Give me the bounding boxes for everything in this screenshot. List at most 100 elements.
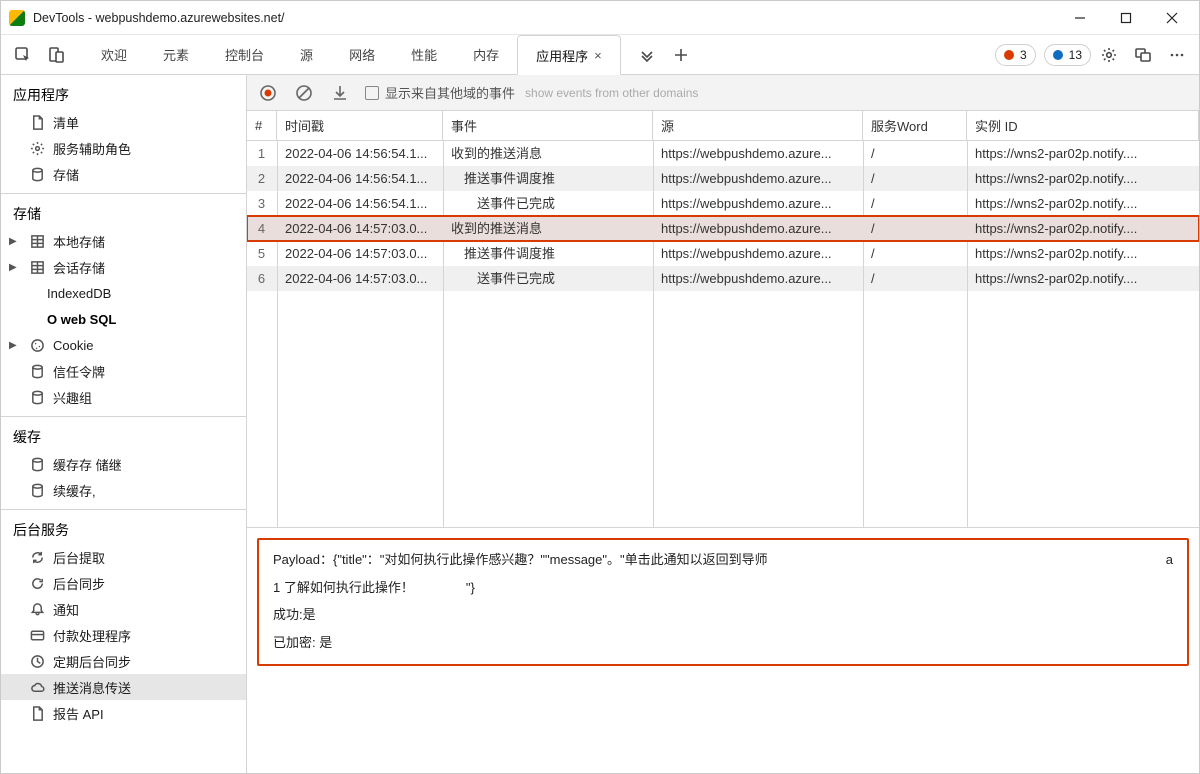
- tab-4[interactable]: 网络: [331, 35, 393, 74]
- cell-ts: 2022-04-06 14:57:03.0...: [277, 241, 443, 266]
- sidebar-item-session-storage[interactable]: ▶ 会话存储: [1, 254, 246, 280]
- cell-sw: /: [863, 141, 967, 166]
- col-instance[interactable]: 实例 ID: [967, 111, 1199, 140]
- event-detail-box: Payload：{"title"："对如何执行此操作感兴趣？""message"…: [257, 538, 1189, 666]
- cell-event: 收到的推送消息: [443, 141, 653, 166]
- col-timestamp[interactable]: 时间戳: [277, 111, 443, 140]
- info-count-pill[interactable]: 13: [1044, 44, 1091, 66]
- tab-label: 源: [300, 45, 313, 64]
- error-dot-icon: [1004, 50, 1014, 60]
- window-title: DevTools - webpushdemo.azurewebsites.net…: [33, 11, 285, 25]
- sidebar-item-payment-handler[interactable]: 付款处理程序: [1, 622, 246, 648]
- col-origin[interactable]: 源: [653, 111, 863, 140]
- tab-7[interactable]: 应用程序 ×: [517, 35, 621, 75]
- sidebar-item-interest-groups[interactable]: 兴趣组: [1, 384, 246, 410]
- table-row[interactable]: 12022-04-06 14:56:54.1...收到的推送消息https://…: [247, 141, 1199, 166]
- cell-origin: https://webpushdemo.azure...: [653, 266, 863, 291]
- clear-button[interactable]: [293, 82, 315, 104]
- clock-icon: [29, 653, 45, 669]
- sidebar-item-websql[interactable]: O web SQL: [1, 306, 246, 332]
- inspect-element-button[interactable]: [7, 40, 39, 70]
- cell-instance: https://wns2-par02p.notify....: [967, 166, 1199, 191]
- sidebar-item-service-workers[interactable]: 服务辅助角色: [1, 135, 246, 161]
- table-row[interactable]: 52022-04-06 14:57:03.0... 推送事件调度推https:/…: [247, 241, 1199, 266]
- cell-ts: 2022-04-06 14:56:54.1...: [277, 191, 443, 216]
- table-row[interactable]: 22022-04-06 14:56:54.1... 推送事件调度推https:/…: [247, 166, 1199, 191]
- window-titlebar: DevTools - webpushdemo.azurewebsites.net…: [1, 1, 1199, 35]
- tab-label: 性能: [411, 45, 437, 64]
- col-num[interactable]: #: [247, 111, 277, 140]
- sidebar-item-push-messaging[interactable]: 推送消息传送: [1, 674, 246, 700]
- settings-button[interactable]: [1093, 40, 1125, 70]
- table-icon: [29, 259, 45, 275]
- detail-payload-line1: Payload：{"title"："对如何执行此操作感兴趣？""message"…: [273, 550, 1173, 570]
- table-row[interactable]: 62022-04-06 14:57:03.0... 送事件已完成https://…: [247, 266, 1199, 291]
- sidebar-item-manifest[interactable]: 清单: [1, 109, 246, 135]
- tab-close-icon[interactable]: ×: [594, 48, 602, 63]
- window-close-button[interactable]: [1149, 2, 1195, 34]
- cell-num: 1: [247, 141, 277, 166]
- download-button[interactable]: [329, 82, 351, 104]
- database-icon: [29, 363, 45, 379]
- sidebar-item-local-storage[interactable]: ▶ 本地存储: [1, 228, 246, 254]
- table-body: 12022-04-06 14:56:54.1...收到的推送消息https://…: [247, 141, 1199, 527]
- table-header: # 时间戳 事件 源 服务Word 实例 ID: [247, 111, 1199, 141]
- ghost-text: show events from other domains: [525, 86, 698, 100]
- tab-5[interactable]: 性能: [393, 35, 455, 74]
- cell-num: 5: [247, 241, 277, 266]
- sidebar-item-cache-storage[interactable]: 缓存存 储继: [1, 451, 246, 477]
- tab-3[interactable]: 源: [282, 35, 331, 74]
- sidebar-item-notifications[interactable]: 通知: [1, 596, 246, 622]
- show-other-domains-checkbox[interactable]: 显示来自其他域的事件: [365, 83, 515, 102]
- tab-label: 控制台: [225, 45, 264, 64]
- cell-instance: https://wns2-par02p.notify....: [967, 141, 1199, 166]
- col-sw[interactable]: 服务Word: [863, 111, 967, 140]
- window-minimize-button[interactable]: [1057, 2, 1103, 34]
- sidebar-item-periodic-background-sync[interactable]: 定期后台同步: [1, 648, 246, 674]
- cell-sw: /: [863, 216, 967, 241]
- table-row[interactable]: 32022-04-06 14:56:54.1... 送事件已完成https://…: [247, 191, 1199, 216]
- record-button[interactable]: [257, 82, 279, 104]
- main-panel: 显示来自其他域的事件 show events from other domain…: [247, 75, 1199, 773]
- sidebar-heading-storage: 存储: [1, 198, 246, 228]
- tab-0[interactable]: 欢迎: [83, 35, 145, 74]
- device-toggle-button[interactable]: [41, 40, 73, 70]
- sidebar-item-reporting-api[interactable]: 报告 API: [1, 700, 246, 726]
- sidebar-item-background-sync[interactable]: 后台同步: [1, 570, 246, 596]
- sidebar-item-application-cache[interactable]: 续缓存,: [1, 477, 246, 503]
- database-icon: [29, 389, 45, 405]
- error-count-pill[interactable]: 3: [995, 44, 1036, 66]
- cell-sw: /: [863, 166, 967, 191]
- expand-icon[interactable]: ▶: [9, 236, 17, 247]
- tab-2[interactable]: 控制台: [207, 35, 282, 74]
- more-tabs-button[interactable]: [631, 40, 663, 70]
- cell-sw: /: [863, 191, 967, 216]
- sidebar-item-storage-overview[interactable]: 存储: [1, 161, 246, 187]
- window-maximize-button[interactable]: [1103, 2, 1149, 34]
- tab-1[interactable]: 元素: [145, 35, 207, 74]
- sidebar-item-background-fetch[interactable]: 后台提取: [1, 544, 246, 570]
- sidebar-item-indexeddb[interactable]: IndexedDB: [1, 280, 246, 306]
- gear-icon: [29, 140, 45, 156]
- table-row[interactable]: 42022-04-06 14:57:03.0...收到的推送消息https://…: [247, 216, 1199, 241]
- expand-icon[interactable]: ▶: [9, 340, 17, 351]
- tab-label: 网络: [349, 45, 375, 64]
- application-sidebar: 应用程序 清单 服务辅助角色 存储 存储 ▶: [1, 75, 247, 773]
- detail-success: 成功:是: [273, 605, 1173, 625]
- tab-label: 应用程序: [536, 46, 588, 65]
- cell-ts: 2022-04-06 14:57:03.0...: [277, 216, 443, 241]
- tab-6[interactable]: 内存: [455, 35, 517, 74]
- new-tab-button[interactable]: [665, 40, 697, 70]
- sidebar-item-trust-tokens[interactable]: 信任令牌: [1, 358, 246, 384]
- expand-icon[interactable]: ▶: [9, 262, 17, 273]
- cell-origin: https://webpushdemo.azure...: [653, 166, 863, 191]
- tab-label: 欢迎: [101, 45, 127, 64]
- cell-num: 3: [247, 191, 277, 216]
- dock-side-button[interactable]: [1127, 40, 1159, 70]
- cell-origin: https://webpushdemo.azure...: [653, 241, 863, 266]
- document-icon: [29, 114, 45, 130]
- sidebar-heading-application: 应用程序: [1, 79, 246, 109]
- sidebar-item-cookies[interactable]: ▶ Cookie: [1, 332, 246, 358]
- col-event[interactable]: 事件: [443, 111, 653, 140]
- more-options-button[interactable]: [1161, 40, 1193, 70]
